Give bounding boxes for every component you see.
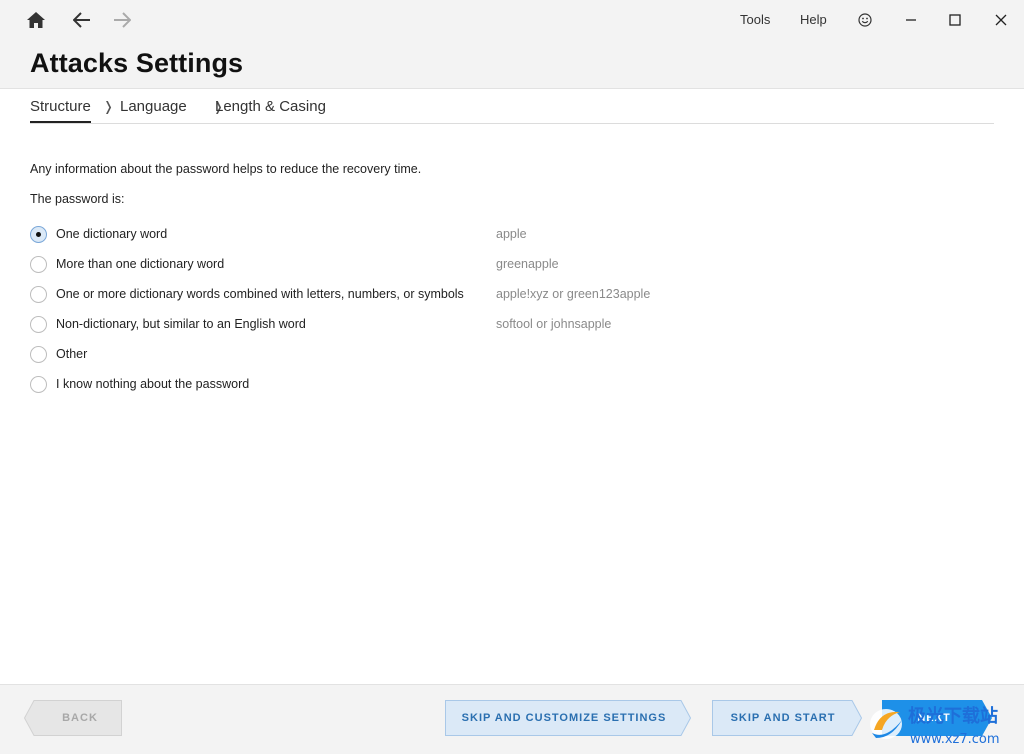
watermark-url: www.xz7.com [910,732,1000,747]
option-one-dictionary-word[interactable]: One dictionary word apple [30,224,680,246]
option-label: One or more dictionary words combined wi… [56,287,464,301]
option-label: One dictionary word [56,227,168,241]
breadcrumb-separator: ❭ [103,99,114,114]
option-label: More than one dictionary word [56,257,225,271]
forward-nav-button[interactable] [109,8,135,32]
tab-structure[interactable]: Structure [30,98,91,123]
page-title: Attacks Settings [30,48,244,78]
title-bar: Tools Help Attacks Settings [0,0,1024,89]
skip-customize-settings-button[interactable]: SKIP AND CUSTOMIZE SETTINGS [445,700,691,736]
intro-text: Any information about the password helps… [30,162,422,176]
skip-and-start-label: SKIP AND START [730,712,836,724]
option-other[interactable]: Other [30,344,680,366]
option-non-dictionary-similar[interactable]: Non-dictionary, but similar to an Englis… [30,314,680,336]
tab-length-casing[interactable]: Length & Casing [215,98,326,115]
close-icon [995,14,1007,26]
radio-button[interactable] [30,376,47,393]
help-menu[interactable]: Help [800,12,827,27]
close-button[interactable] [986,6,1016,34]
option-example: softool or johnsapple [496,317,612,331]
breadcrumb: Structure ❭ Language ❭ Length & Casing [30,89,994,124]
minimize-button[interactable] [896,6,926,34]
radio-button[interactable] [30,346,47,363]
arrow-left-icon [73,12,90,28]
home-button[interactable] [23,8,49,32]
option-example: apple [496,227,527,241]
option-multiple-dictionary-words[interactable]: More than one dictionary word greenapple [30,254,680,276]
watermark-text: 极光下载站 [908,705,998,727]
radio-button[interactable] [30,286,47,303]
back-button-label: BACK [62,712,98,724]
option-label: Other [56,347,88,361]
radio-button[interactable] [30,316,47,333]
question-label: The password is: [30,192,125,206]
maximize-button[interactable] [940,6,970,34]
home-icon [27,12,45,28]
arrow-right-icon [114,12,131,28]
option-dictionary-combined[interactable]: One or more dictionary words combined wi… [30,284,680,306]
skip-customize-label: SKIP AND CUSTOMIZE SETTINGS [461,712,667,724]
smiley-icon [858,13,872,27]
option-label: I know nothing about the password [56,377,250,391]
tools-menu[interactable]: Tools [740,12,770,27]
minimize-icon [906,19,916,21]
radio-button[interactable] [30,256,47,273]
option-example: apple!xyz or green123apple [496,287,651,301]
watermark-logo: 极光下载站 www.xz7.com [866,700,1016,750]
option-label: Non-dictionary, but similar to an Englis… [56,317,306,331]
tab-language[interactable]: Language [120,98,187,115]
maximize-icon [949,14,961,26]
feedback-button[interactable] [850,6,880,34]
radio-button[interactable] [30,226,47,243]
back-button[interactable]: BACK [24,700,122,736]
back-nav-button[interactable] [69,8,95,32]
option-know-nothing[interactable]: I know nothing about the password [30,374,680,396]
skip-and-start-button[interactable]: SKIP AND START [712,700,862,736]
option-example: greenapple [496,257,559,271]
